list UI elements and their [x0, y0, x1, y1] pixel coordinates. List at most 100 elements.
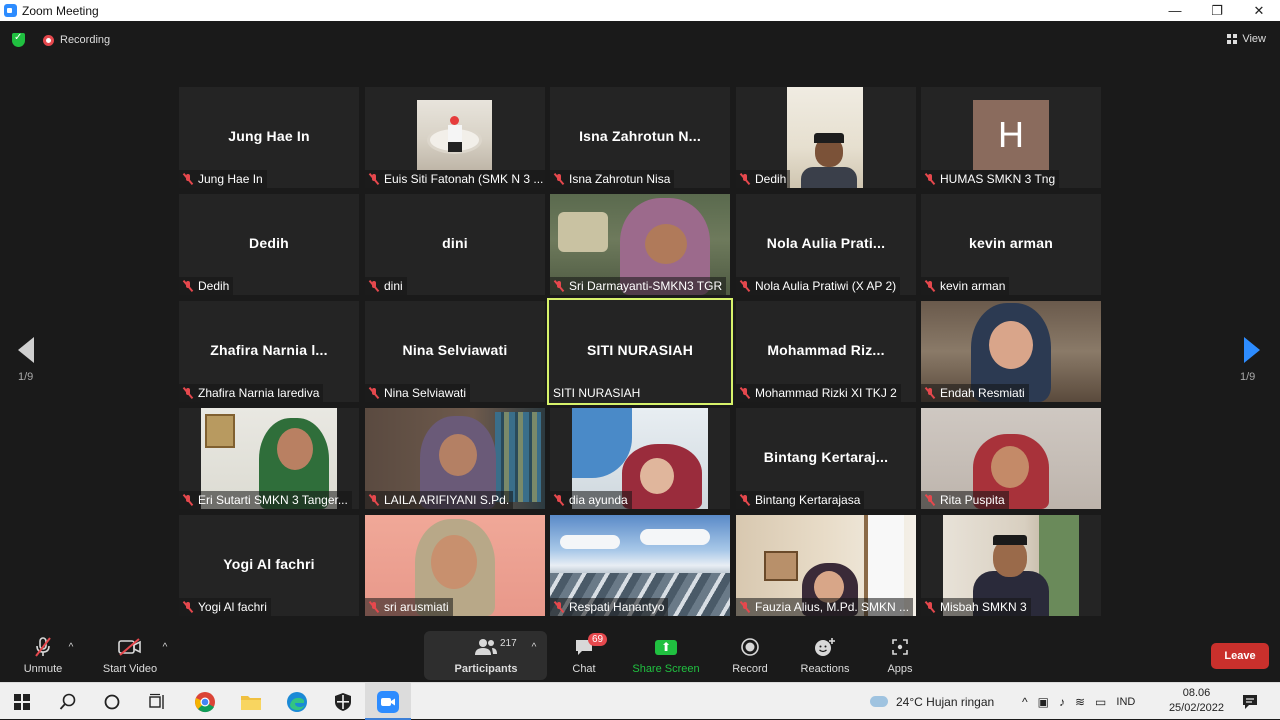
security-shield-icon[interactable] [331, 690, 355, 714]
participant-tile[interactable]: Respati Hanantyo [550, 515, 730, 616]
file-explorer-icon[interactable] [239, 690, 263, 714]
muted-mic-icon [739, 173, 751, 185]
participant-name: Dedih [755, 172, 787, 186]
muted-mic-icon [182, 494, 194, 506]
participant-tile[interactable]: Nola Aulia Prati... Nola Aulia Pratiwi (… [736, 194, 916, 295]
record-button[interactable]: Record [730, 635, 770, 679]
windows-start-icon[interactable] [10, 690, 34, 714]
muted-mic-icon [739, 280, 751, 292]
participant-tile[interactable]: Nina Selviawati Nina Selviawati [365, 301, 545, 402]
participant-name: Endah Resmiati [940, 386, 1025, 400]
weather-widget[interactable]: 24°C Hujan ringan [870, 683, 994, 720]
next-page-control[interactable]: 1/9 [1240, 337, 1260, 383]
start-video-button[interactable]: Start Video [100, 635, 160, 679]
recording-label: Recording [60, 34, 111, 46]
previous-page-control[interactable]: 1/9 [18, 337, 34, 383]
participant-name: Jung Hae In [198, 172, 263, 186]
share-screen-button[interactable]: ⬆ Share Screen [632, 635, 700, 679]
wifi-icon[interactable]: ≋ [1075, 695, 1085, 709]
participant-tile[interactable]: Jung Hae In Jung Hae In [179, 87, 359, 188]
close-button[interactable]: ✕ [1238, 0, 1280, 21]
zoom-taskbar-icon[interactable] [376, 690, 400, 714]
participant-tile[interactable]: Zhafira Narnia l... Zhafira Narnia lared… [179, 301, 359, 402]
notifications-icon[interactable] [1238, 690, 1262, 714]
chat-unread-badge: 69 [588, 633, 608, 646]
participant-name: Eri Sutarti SMKN 3 Tanger... [198, 493, 348, 507]
share-screen-icon: ⬆ [655, 635, 677, 659]
restore-button[interactable]: ❐ [1196, 0, 1238, 21]
volume-icon[interactable]: ♪ [1059, 695, 1065, 709]
participant-tile[interactable]: sri arusmiati [365, 515, 545, 616]
participant-name: SITI NURASIAH [553, 386, 641, 400]
participant-label: Zhafira Narnia larediva [179, 384, 324, 402]
participant-tile[interactable]: kevin arman kevin arman [921, 194, 1101, 295]
participant-tile[interactable]: Misbah SMKN 3 [921, 515, 1101, 616]
participant-name: Misbah SMKN 3 [940, 600, 1027, 614]
participant-tile[interactable]: Euis Siti Fatonah (SMK N 3 ... [365, 87, 545, 188]
participant-label: dini [365, 277, 407, 295]
chrome-icon[interactable] [193, 690, 217, 714]
participant-label: Dedih [736, 170, 791, 188]
encryption-shield-icon[interactable] [12, 32, 25, 47]
participant-label: Respati Hanantyo [550, 598, 669, 616]
participant-display-name: dini [442, 235, 468, 251]
participant-label: dia ayunda [550, 491, 632, 509]
participant-tile[interactable]: dia ayunda [550, 408, 730, 509]
participant-tile[interactable]: Eri Sutarti SMKN 3 Tanger... [179, 408, 359, 509]
taskbar-clock[interactable]: 08.06 25/02/2022 [1169, 686, 1224, 716]
leave-button[interactable]: Leave [1211, 643, 1269, 669]
muted-mic-icon [182, 280, 194, 292]
meet-now-icon[interactable]: ▣ [1038, 695, 1049, 709]
participants-options-caret[interactable]: ^ [529, 635, 539, 679]
participant-name: Rita Puspita [940, 493, 1005, 507]
participant-tile[interactable]: Bintang Kertaraj... Bintang Kertarajasa [736, 408, 916, 509]
task-view-icon[interactable] [145, 690, 169, 714]
participant-tile[interactable]: Endah Resmiati [921, 301, 1101, 402]
participant-label: kevin arman [921, 277, 1010, 295]
reactions-label: Reactions [800, 663, 850, 675]
participant-tile[interactable]: Isna Zahrotun N... Isna Zahrotun Nisa [550, 87, 730, 188]
weather-text: 24°C Hujan ringan [896, 694, 995, 709]
participant-label: Dedih [179, 277, 234, 295]
participant-tile[interactable]: Fauzia Alius, M.Pd. SMKN ... [736, 515, 916, 616]
grid-view-icon [1227, 34, 1238, 44]
participant-tile[interactable]: Dedih [736, 87, 916, 188]
participant-tile[interactable]: Mohammad Riz... Mohammad Rizki XI TKJ 2 [736, 301, 916, 402]
next-page-arrow-icon[interactable] [1244, 337, 1260, 363]
previous-page-arrow-icon[interactable] [18, 337, 34, 363]
show-hidden-icons-icon[interactable]: ^ [1022, 695, 1028, 709]
participant-display-name: Yogi Al fachri [223, 556, 315, 572]
apps-button[interactable]: Apps [884, 635, 916, 679]
muted-mic-icon [924, 387, 936, 399]
search-icon[interactable] [56, 690, 80, 714]
participant-tile[interactable]: dini dini [365, 194, 545, 295]
participant-tile[interactable]: Rita Puspita [921, 408, 1101, 509]
participant-tile[interactable]: H HUMAS SMKN 3 Tng [921, 87, 1101, 188]
minimize-button[interactable]: — [1154, 0, 1196, 21]
recording-indicator[interactable]: Recording [43, 34, 110, 46]
edge-icon[interactable] [285, 690, 309, 714]
participant-tile[interactable]: Yogi Al fachri Yogi Al fachri [179, 515, 359, 616]
participant-name: Isna Zahrotun Nisa [569, 172, 671, 186]
input-language[interactable]: IND [1116, 696, 1135, 708]
share-screen-label: Share Screen [632, 663, 700, 675]
muted-mic-icon [924, 280, 936, 292]
battery-icon[interactable]: ▭ [1095, 695, 1106, 709]
unmute-button[interactable]: Unmute [22, 635, 64, 679]
reactions-button[interactable]: Reactions [800, 635, 850, 679]
view-button[interactable]: View [1227, 33, 1266, 45]
participant-tile[interactable]: Dedih Dedih [179, 194, 359, 295]
participant-tile[interactable]: LAILA ARIFIYANI S.Pd. [365, 408, 545, 509]
active-speaker-tile[interactable]: SITI NURASIAH SITI NURASIAH [547, 298, 733, 405]
cortana-icon[interactable] [100, 690, 124, 714]
apps-icon [890, 635, 910, 659]
participant-label: sri arusmiati [365, 598, 453, 616]
participant-name: HUMAS SMKN 3 Tng [940, 172, 1056, 186]
start-video-label: Start Video [102, 663, 158, 675]
video-options-caret[interactable]: ^ [160, 635, 170, 679]
video-off-icon [117, 635, 143, 659]
participant-display-name: Zhafira Narnia l... [210, 342, 328, 358]
participant-tile[interactable]: Sri Darmayanti-SMKN3 TGR [550, 194, 730, 295]
system-tray-icons[interactable]: ^ ▣ ♪ ≋ ▭ IND [1022, 683, 1135, 720]
audio-options-caret[interactable]: ^ [66, 635, 76, 679]
